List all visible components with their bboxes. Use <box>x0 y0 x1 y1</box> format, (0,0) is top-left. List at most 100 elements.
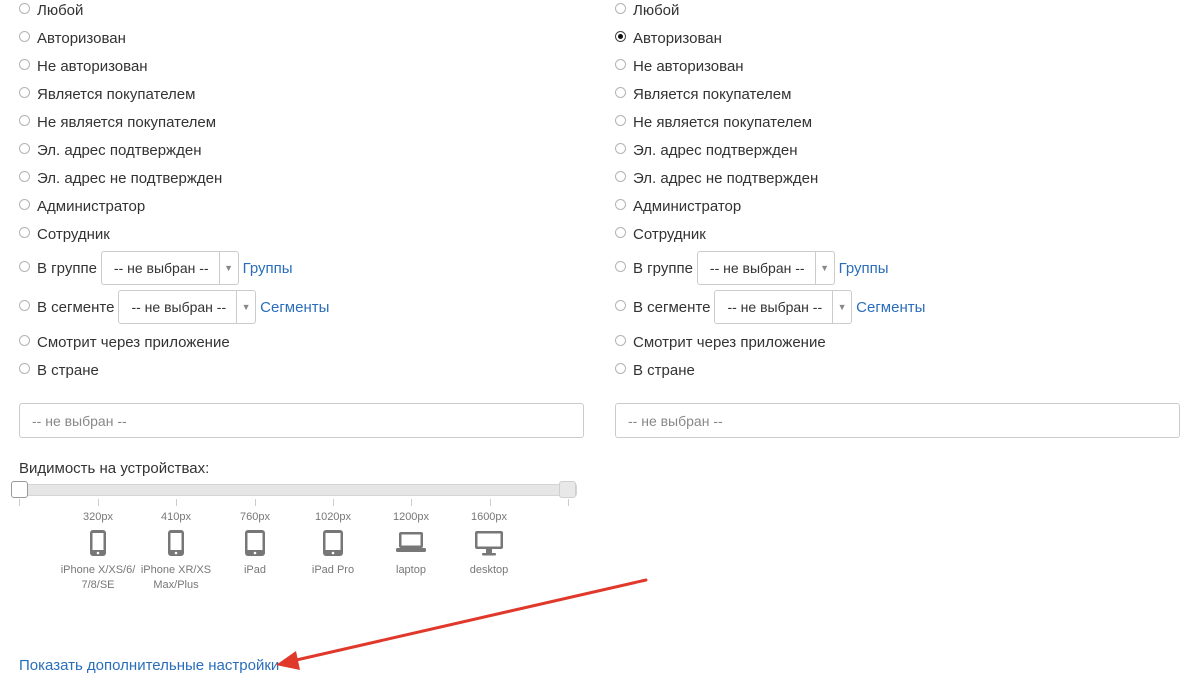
slider-tick <box>568 499 569 506</box>
chevron-down-icon[interactable]: ▼ <box>814 252 834 284</box>
device-name: desktop <box>469 564 509 576</box>
radio-row[interactable]: Эл. адрес не подтвержден <box>615 170 818 187</box>
radio-label: Авторизован <box>37 30 126 47</box>
radio-label: В сегменте <box>633 298 711 316</box>
page: Любой Авторизован Не авторизован Является п… <box>0 0 1199 691</box>
radio-label: Смотрит через приложение <box>633 334 826 351</box>
radio-row[interactable]: В сегменте -- не выбран -- ▼ Сегменты <box>615 290 925 324</box>
radio-unchecked-icon[interactable] <box>19 115 30 126</box>
radio-row[interactable]: В группе -- не выбран -- ▼ Группы <box>19 251 293 285</box>
group-select[interactable]: -- не выбран -- ▼ <box>696 251 835 285</box>
radio-row[interactable]: Смотрит через приложение <box>19 334 230 351</box>
radio-row[interactable]: Авторизован <box>19 30 126 47</box>
device-item: 1200px laptop <box>371 510 451 578</box>
device-breakpoint: 1600px <box>470 511 508 523</box>
device-name: iPad Pro <box>311 564 355 576</box>
radio-unchecked-icon[interactable] <box>19 59 30 70</box>
radio-label: Сотрудник <box>633 226 706 243</box>
radio-unchecked-icon[interactable] <box>615 260 626 272</box>
radio-checked-icon[interactable] <box>615 31 626 42</box>
radio-row[interactable]: Смотрит через приложение <box>615 334 826 351</box>
radio-row[interactable]: Не является покупателем <box>19 114 216 131</box>
radio-unchecked-icon[interactable] <box>615 115 626 126</box>
radio-row[interactable]: Любой <box>615 2 679 19</box>
radio-row[interactable]: Является покупателем <box>19 86 195 103</box>
radio-unchecked-icon[interactable] <box>19 171 30 182</box>
device-breakpoint: 1200px <box>392 511 430 523</box>
radio-row[interactable]: В сегменте -- не выбран -- ▼ Сегменты <box>19 290 329 324</box>
radio-unchecked-icon[interactable] <box>19 299 30 311</box>
slider-handle-max[interactable] <box>559 481 576 498</box>
device-name: iPhone XR/XS Max/Plus <box>140 564 212 591</box>
radio-unchecked-icon[interactable] <box>615 171 626 182</box>
groups-link[interactable]: Группы <box>839 260 889 277</box>
radio-unchecked-icon[interactable] <box>19 363 30 374</box>
radio-label: В стране <box>37 362 99 379</box>
radio-row[interactable]: Не авторизован <box>19 58 148 75</box>
radio-label: Смотрит через приложение <box>37 334 230 351</box>
radio-row[interactable]: Является покупателем <box>615 86 791 103</box>
radio-unchecked-icon[interactable] <box>615 299 626 311</box>
radio-unchecked-icon[interactable] <box>615 143 626 154</box>
chevron-down-icon[interactable]: ▼ <box>832 291 851 323</box>
radio-unchecked-icon[interactable] <box>615 363 626 374</box>
radio-unchecked-icon[interactable] <box>19 31 30 42</box>
radio-row[interactable]: Сотрудник <box>615 226 706 243</box>
radio-row[interactable]: В группе -- не выбран -- ▼ Группы <box>615 251 889 285</box>
segment-select[interactable]: -- не выбран -- ▼ <box>118 290 257 324</box>
radio-row[interactable]: Администратор <box>615 198 741 215</box>
radio-unchecked-icon[interactable] <box>615 3 626 14</box>
radio-unchecked-icon[interactable] <box>615 227 626 238</box>
slider-tick <box>255 499 256 506</box>
radio-label: Администратор <box>633 198 742 215</box>
radio-unchecked-icon[interactable] <box>19 199 30 210</box>
chevron-down-icon[interactable]: ▼ <box>218 252 238 284</box>
radio-row[interactable]: Не является покупателем <box>615 114 812 131</box>
country-select[interactable]: -- не выбран -- <box>19 403 584 438</box>
radio-row[interactable]: Эл. адрес не подтвержден <box>19 170 222 187</box>
radio-unchecked-icon[interactable] <box>615 199 626 210</box>
segment-select[interactable]: -- не выбран -- ▼ <box>714 290 853 324</box>
radio-unchecked-icon[interactable] <box>615 87 626 98</box>
radio-label: Не является покупателем <box>633 114 813 131</box>
device-name: iPad <box>243 564 267 576</box>
groups-link[interactable]: Группы <box>243 260 293 277</box>
group-select[interactable]: -- не выбран -- ▼ <box>100 251 239 285</box>
radio-unchecked-icon[interactable] <box>19 87 30 98</box>
radio-label: Не авторизован <box>633 58 744 75</box>
slider-tick <box>333 499 334 506</box>
radio-unchecked-icon[interactable] <box>19 3 30 14</box>
radio-row[interactable]: Эл. адрес подтвержден <box>615 142 797 159</box>
radio-unchecked-icon[interactable] <box>615 335 626 346</box>
chevron-down-icon[interactable]: ▼ <box>236 291 255 323</box>
device-name: iPhone X/XS/6/ 7/8/SE <box>60 564 136 591</box>
device-item: 1020px iPad Pro <box>293 510 373 578</box>
segments-link[interactable]: Сегменты <box>856 299 925 316</box>
laptop-icon <box>371 529 451 559</box>
radio-row[interactable]: В стране <box>615 362 695 379</box>
radio-unchecked-icon[interactable] <box>19 227 30 238</box>
radio-row[interactable]: Авторизован <box>615 30 722 47</box>
radio-unchecked-icon[interactable] <box>615 59 626 70</box>
slider-handle-min[interactable] <box>11 481 28 498</box>
radio-row[interactable]: Эл. адрес подтвержден <box>19 142 201 159</box>
radio-label: В стране <box>633 362 695 379</box>
radio-label: Является покупателем <box>633 86 792 103</box>
radio-row[interactable]: Администратор <box>19 198 145 215</box>
radio-label: Не авторизован <box>37 58 148 75</box>
radio-row[interactable]: Сотрудник <box>19 226 110 243</box>
segments-link[interactable]: Сегменты <box>260 299 329 316</box>
radio-row[interactable]: Любой <box>19 2 83 19</box>
device-range-slider-track[interactable] <box>19 484 577 496</box>
radio-unchecked-icon[interactable] <box>19 260 30 272</box>
radio-label: Эл. адрес не подтвержден <box>633 170 819 187</box>
device-name: laptop <box>396 564 426 576</box>
radio-label: Не является покупателем <box>37 114 217 131</box>
radio-unchecked-icon[interactable] <box>19 335 30 346</box>
radio-unchecked-icon[interactable] <box>19 143 30 154</box>
tablet-icon <box>215 529 295 559</box>
radio-row[interactable]: Не авторизован <box>615 58 744 75</box>
radio-row[interactable]: В стране <box>19 362 99 379</box>
show-more-settings-link[interactable]: Показать дополнительные настройки <box>19 657 279 674</box>
country-select[interactable]: -- не выбран -- <box>615 403 1180 438</box>
